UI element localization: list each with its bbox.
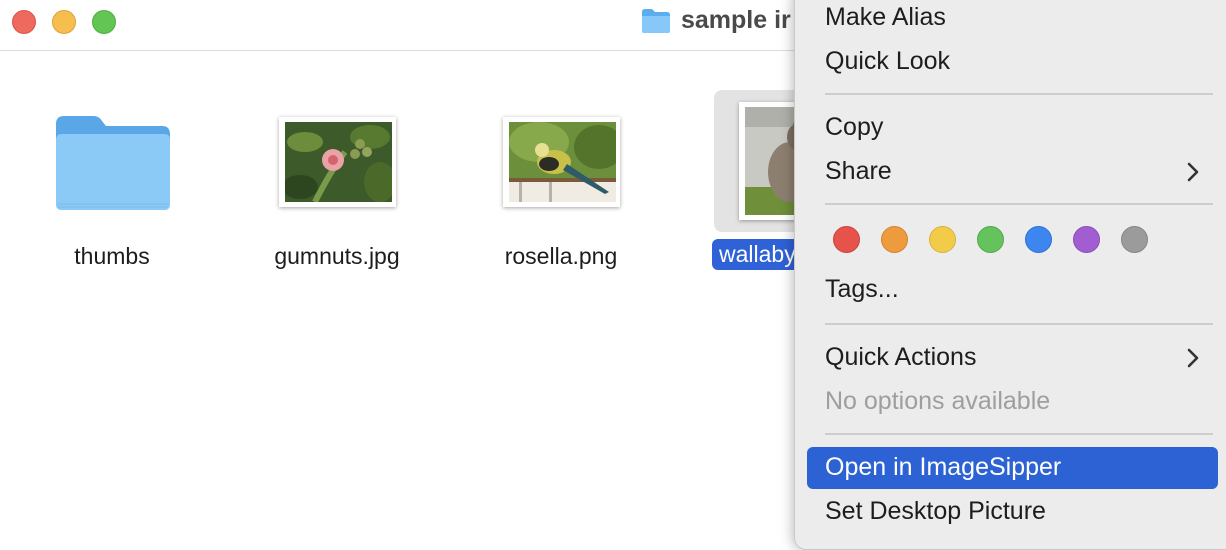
menu-item-copy[interactable]: Copy	[807, 107, 1218, 149]
menu-item-quick-actions[interactable]: Quick Actions	[807, 337, 1218, 379]
context-menu: Make Alias Quick Look Copy Share Tags...…	[794, 0, 1226, 550]
minimize-window-button[interactable]	[52, 10, 76, 34]
folder-icon	[56, 116, 170, 210]
tag-gray-button[interactable]	[1121, 226, 1148, 253]
menu-separator	[825, 93, 1213, 95]
menu-item-quick-look[interactable]: Quick Look	[807, 41, 1218, 83]
tag-red-button[interactable]	[833, 226, 860, 253]
menu-separator	[825, 433, 1213, 435]
file-item-thumbs[interactable]: thumbs	[12, 90, 212, 280]
menu-separator	[825, 203, 1213, 205]
file-name: thumbs	[74, 243, 150, 269]
tag-purple-button[interactable]	[1073, 226, 1100, 253]
file-item-gumnuts[interactable]: gumnuts.jpg	[237, 90, 437, 280]
file-name: rosella.png	[504, 243, 618, 269]
file-item-rosella[interactable]: rosella.png	[461, 90, 661, 280]
chevron-right-icon	[1187, 348, 1199, 368]
close-window-button[interactable]	[12, 10, 36, 34]
menu-separator	[825, 323, 1213, 325]
file-name: wallaby	[712, 239, 803, 270]
menu-item-make-alias[interactable]: Make Alias	[807, 0, 1218, 39]
zoom-window-button[interactable]	[92, 10, 116, 34]
tag-green-button[interactable]	[977, 226, 1004, 253]
chevron-right-icon	[1187, 162, 1199, 182]
tag-yellow-button[interactable]	[929, 226, 956, 253]
tag-blue-button[interactable]	[1025, 226, 1052, 253]
tag-orange-button[interactable]	[881, 226, 908, 253]
file-name: gumnuts.jpg	[274, 243, 400, 269]
image-thumbnail	[279, 117, 396, 207]
window-title: sample ir	[681, 6, 791, 34]
image-thumbnail	[503, 117, 620, 207]
menu-item-tags[interactable]: Tags...	[807, 269, 1218, 311]
menu-item-no-options: No options available	[825, 387, 1051, 415]
menu-item-set-desktop-picture[interactable]: Set Desktop Picture	[807, 491, 1218, 533]
menu-item-share[interactable]: Share	[807, 151, 1218, 193]
folder-icon	[642, 9, 670, 33]
menu-item-open-in-imagesipper[interactable]: Open in ImageSipper	[807, 447, 1218, 489]
